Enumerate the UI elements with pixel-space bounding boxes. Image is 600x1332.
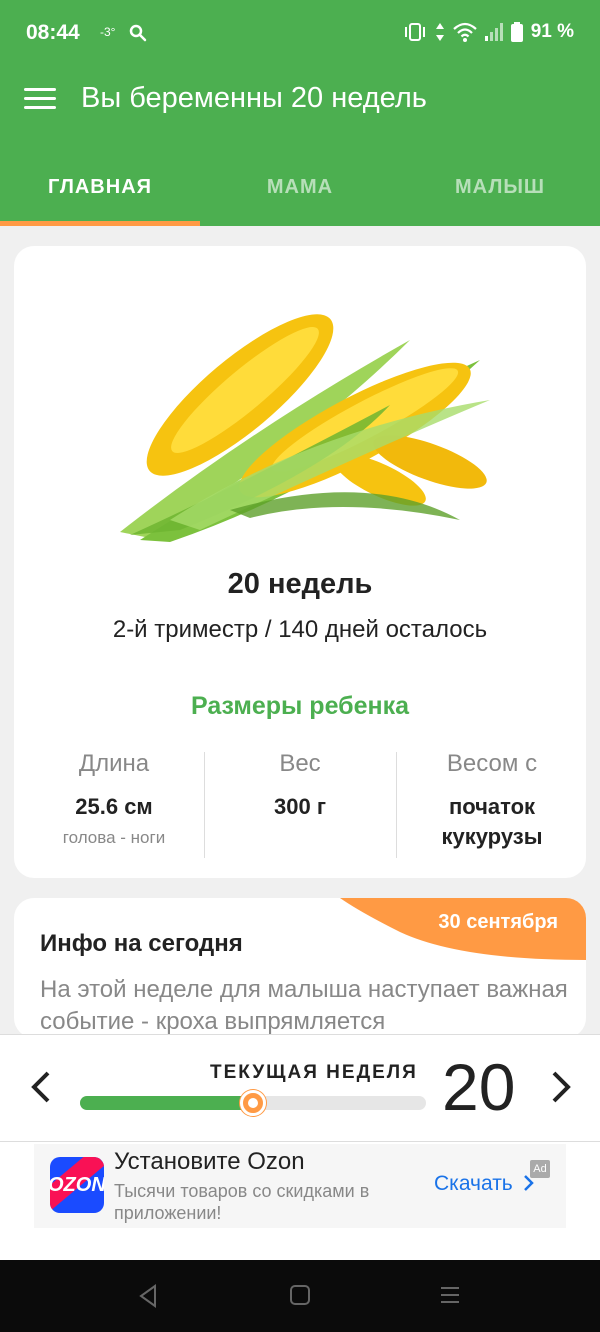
ad-cta-label: Скачать xyxy=(434,1172,513,1195)
back-icon[interactable] xyxy=(137,1284,159,1308)
weight-column: Вес 300 г xyxy=(205,750,395,822)
ad-title: Установите Ozon xyxy=(114,1148,305,1175)
vibrate-icon xyxy=(404,23,425,41)
length-note: голова - ноги xyxy=(62,828,166,847)
info-date: 30 сентября xyxy=(438,911,558,933)
date-badge: 30 сентября xyxy=(340,898,586,960)
current-week-bar: ТЕКУЩАЯ НЕДЕЛЯ 20 xyxy=(0,1034,600,1142)
current-week-label: ТЕКУЩАЯ НЕДЕЛЯ xyxy=(210,1062,418,1083)
ad-content[interactable]: OZON Установите Ozon Тысячи товаров со с… xyxy=(34,1144,566,1228)
current-week-number: 20 xyxy=(442,1050,516,1124)
ozon-logo: OZON xyxy=(50,1157,104,1213)
battery-level: 91 % xyxy=(530,21,574,42)
tab-baby[interactable]: МАЛЫШ xyxy=(400,150,600,226)
info-text: На этой неделе для малыша наступает важн… xyxy=(40,976,568,1035)
week-progress-knob[interactable] xyxy=(240,1090,266,1116)
status-bar: 08:44 -3° 91 % xyxy=(0,0,600,68)
compare-value: початок кукурузы xyxy=(441,794,543,849)
signal-icon xyxy=(484,23,503,41)
length-column: Длина 25.6 см голова - ноги xyxy=(24,750,204,848)
chevron-left-icon[interactable] xyxy=(28,1069,54,1105)
compare-column: Весом с початок кукурузы xyxy=(397,750,587,852)
ad-banner[interactable]: OZON Установите Ozon Тысячи товаров со с… xyxy=(0,1142,600,1260)
pregnancy-summary-card: 20 недель 2-й триместр / 140 дней остало… xyxy=(14,246,586,878)
weight-value: 300 г xyxy=(274,794,326,819)
wifi-icon xyxy=(452,22,477,42)
compare-header: Весом с xyxy=(446,750,538,777)
ad-brand: OZON xyxy=(50,1174,104,1196)
weeks-count: 20 недель xyxy=(227,568,373,600)
app-bar: 08:44 -3° 91 % Вы беременны 20 недель ГЛ… xyxy=(0,0,600,226)
tab-mom[interactable]: МАМА xyxy=(200,150,400,226)
home-icon[interactable] xyxy=(289,1284,311,1306)
ad-badge: Ad xyxy=(530,1160,550,1178)
ad-download-button[interactable]: Скачать xyxy=(434,1172,535,1196)
hamburger-menu-icon[interactable] xyxy=(24,88,56,110)
toolbar: Вы беременны 20 недель xyxy=(0,68,600,144)
status-temperature: -3° xyxy=(100,25,116,39)
corn-image xyxy=(120,314,490,542)
chevron-right-icon[interactable] xyxy=(548,1069,574,1105)
recents-icon[interactable] xyxy=(439,1284,461,1306)
info-title: Инфо на сегодня xyxy=(40,930,243,957)
battery-icon xyxy=(510,22,523,42)
status-time: 08:44 xyxy=(26,21,80,44)
length-value: 25.6 см xyxy=(75,794,153,819)
daily-info-card[interactable]: 30 сентября Инфо на сегодня На этой неде… xyxy=(14,898,586,1038)
tab-bar: ГЛАВНАЯ МАМА МАЛЫШ xyxy=(0,150,600,226)
status-right: 91 % xyxy=(403,21,574,43)
length-header: Длина xyxy=(78,750,150,777)
trimester-info: 2-й триместр / 140 дней осталось xyxy=(112,616,488,643)
search-icon xyxy=(129,24,147,42)
page-title: Вы беременны 20 недель xyxy=(81,82,427,114)
baby-sizes-title: Размеры ребенка xyxy=(190,692,410,720)
system-nav-bar xyxy=(0,1260,600,1332)
weight-header: Вес xyxy=(279,750,321,777)
ad-description: Тысячи товаров со скидками в приложении! xyxy=(114,1181,370,1223)
tab-main[interactable]: ГЛАВНАЯ xyxy=(0,150,200,226)
data-arrows-icon xyxy=(435,23,444,41)
week-progress-fill xyxy=(80,1096,253,1110)
